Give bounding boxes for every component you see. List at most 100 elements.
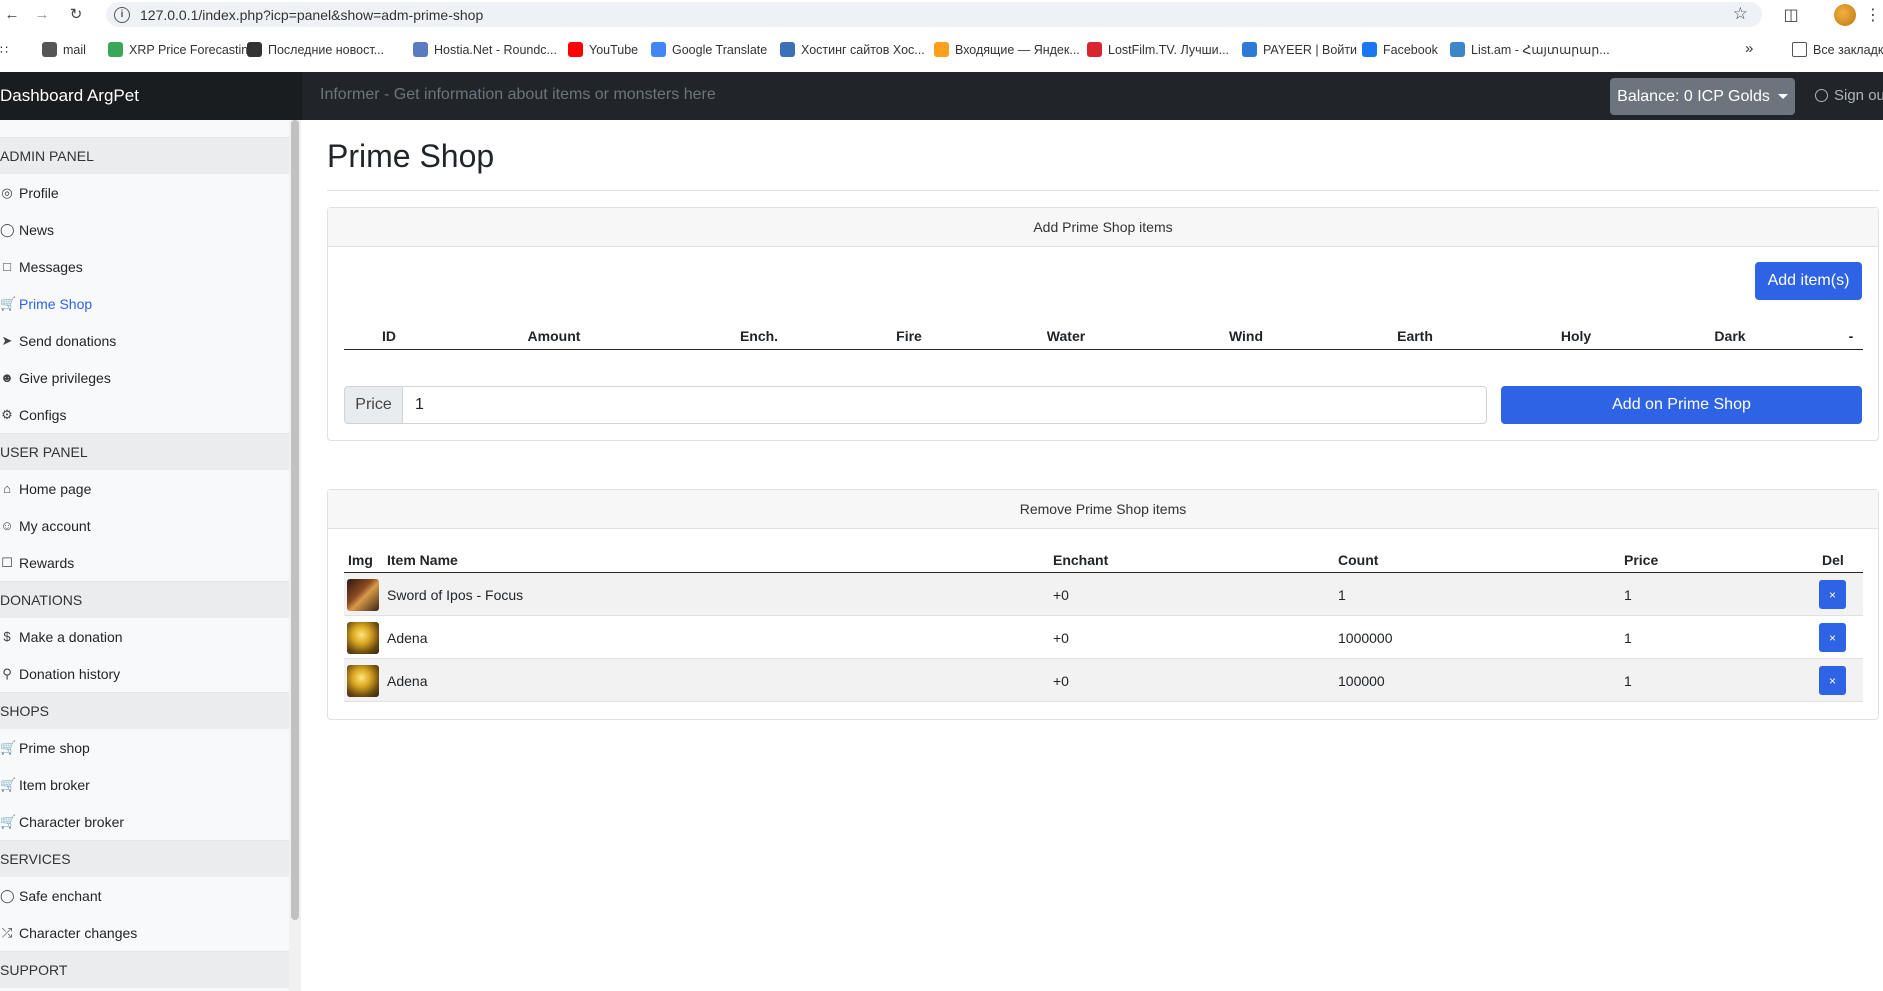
profile-avatar[interactable] <box>1834 4 1856 26</box>
bookmark-item[interactable]: mail <box>42 42 86 57</box>
sidebar-item-label: Make a donation <box>19 628 123 645</box>
sidebar-item-make-a-donation[interactable]: $ Make a donation <box>0 618 289 655</box>
col-dark: Dark <box>1714 328 1746 344</box>
col-wind: Wind <box>1228 328 1264 344</box>
add-on-prime-shop-button[interactable]: Add on Prime Shop <box>1501 386 1862 424</box>
sidebar-scrollbar-thumb[interactable] <box>291 120 299 920</box>
sidebar-item-configs[interactable]: ⚙ Configs <box>0 396 289 433</box>
bookmark-item[interactable]: Входящие — Яндек... <box>934 42 1080 57</box>
sidebar-item-profile[interactable]: ◎ Profile <box>0 174 289 211</box>
remove-prime-shop-card: Remove Prime Shop items Img Item Name En… <box>327 489 1879 720</box>
back-arrow-icon[interactable]: ← <box>0 2 24 26</box>
sidebar-item-send-donations[interactable]: ➤ Send donations <box>0 322 289 359</box>
sidebar-item-donation-history[interactable]: ⚲ Donation history <box>0 655 289 692</box>
col-ench: Ench. <box>739 328 779 344</box>
sidebar: ADMIN PANEL ◎ Profile ◯ News □ Messages 🛒 Prime … <box>0 120 289 991</box>
col-earth: Earth <box>1397 328 1433 344</box>
bookmark-item[interactable]: Хостинг сайтов Хос... <box>780 42 925 57</box>
table-row: Adena +0 100000 1 × <box>344 659 1863 702</box>
col-del: Del <box>1822 552 1844 568</box>
delete-item-button[interactable]: × <box>1819 580 1846 609</box>
informer-search-input[interactable]: Informer - Get information about items o… <box>320 86 716 104</box>
reload-icon[interactable]: ↻ <box>64 2 88 26</box>
sidebar-section-heading: DONATIONS <box>0 581 289 618</box>
sidebar-item-character-changes[interactable]: ⤮ Character changes <box>0 914 289 951</box>
bookmark-item[interactable]: Facebook <box>1362 42 1438 57</box>
dollar-icon: $ <box>3 629 11 644</box>
home-icon: ⌂ <box>3 481 11 496</box>
bookmarks-bar: ∷ mail XRP Price Forecastin... Последние н… <box>0 36 1883 66</box>
bookmark-label: Google Translate <box>672 42 768 57</box>
all-bookmarks-folder[interactable]: Все закладки <box>1792 42 1883 57</box>
sidebar-item-messages[interactable]: □ Messages <box>0 248 289 285</box>
bookmark-item[interactable]: List.am - Հայտարար... <box>1450 42 1610 57</box>
col-enchant: Enchant <box>1053 552 1109 568</box>
cart-icon: 🛒 <box>0 776 17 792</box>
extensions-icon[interactable]: ◫ <box>1780 4 1802 26</box>
col-img: Img <box>348 552 373 568</box>
bookmark-item[interactable]: Hostia.Net - Roundc... <box>413 42 557 57</box>
bookmark-item[interactable]: Google Translate <box>651 42 767 57</box>
remove-card-header: Remove Prime Shop items <box>328 490 1878 529</box>
bookmark-star-icon[interactable]: ☆ <box>1733 4 1748 24</box>
sword-item-icon <box>347 579 379 611</box>
sidebar-item-label: Profile <box>19 184 59 201</box>
cart-icon: 🛒 <box>0 295 17 311</box>
signout-link[interactable]: Sign out <box>1815 87 1883 104</box>
bookmark-item[interactable]: PAYEER | Войти <box>1242 42 1357 57</box>
bookmark-favicon-icon <box>1087 42 1102 57</box>
more-bookmarks-icon[interactable]: » <box>1745 40 1753 57</box>
bookmark-favicon-icon <box>780 42 795 57</box>
brand-link[interactable]: Dashboard ArgPet <box>0 72 302 120</box>
bookmark-item[interactable]: XRP Price Forecastin... <box>108 42 259 57</box>
col-item-name: Item Name <box>387 552 458 568</box>
bookmark-label: YouTube <box>589 42 639 57</box>
bookmark-item[interactable]: YouTube <box>568 42 638 57</box>
bookmark-item[interactable]: LostFilm.TV. Лучши... <box>1087 42 1229 57</box>
forward-arrow-icon[interactable]: → <box>30 2 54 26</box>
app-navbar: Dashboard ArgPet Informer - Get informat… <box>0 72 1883 120</box>
sidebar-item-item-broker[interactable]: 🛒 Item broker <box>0 766 289 803</box>
sidebar-item-label: Donation history <box>19 665 121 682</box>
sidebar-item-label: Messages <box>19 258 83 275</box>
bookmark-label: PAYEER | Войти <box>1263 42 1358 57</box>
sidebar-item-character-broker[interactable]: 🛒 Character broker <box>0 803 289 840</box>
site-info-icon[interactable]: i <box>114 6 130 23</box>
cart-icon: 🛒 <box>0 739 17 755</box>
bookmark-item[interactable]: Последние новост... <box>247 42 384 57</box>
sidebar-item-rewards[interactable]: ☐ Rewards <box>0 544 289 581</box>
globe-icon: ◯ <box>0 221 15 237</box>
table-row: Sword of Ipos - Focus +0 1 1 × <box>344 573 1863 616</box>
add-prime-shop-card: Add Prime Shop items Add item(s) ID Amou… <box>327 207 1879 441</box>
user-icon: ☺ <box>0 518 14 533</box>
all-bookmarks-label: Все закладки <box>1813 42 1883 57</box>
sidebar-item-prime-shop[interactable]: 🛒 Prime shop <box>0 729 289 766</box>
gift-icon: ☐ <box>1 554 13 570</box>
sidebar-item-news[interactable]: ◯ News <box>0 211 289 248</box>
bookmark-label: Входящие — Яндек... <box>955 42 1080 57</box>
message-icon: □ <box>3 259 11 274</box>
bookmark-favicon-icon <box>1450 42 1465 57</box>
price-input[interactable]: 1 <box>403 386 1487 424</box>
table-row: Adena +0 1000000 1 × <box>344 616 1863 659</box>
sidebar-item-give-privileges[interactable]: ☻ Give privileges <box>0 359 289 396</box>
sidebar-item-home-page[interactable]: ⌂ Home page <box>0 470 289 507</box>
sidebar-section-heading: SHOPS <box>0 692 289 729</box>
sidebar-item-prime-shop[interactable]: 🛒 Prime Shop <box>0 285 289 322</box>
apps-grid-icon[interactable]: ∷ <box>0 42 8 57</box>
address-bar[interactable]: i 127.0.0.1/index.php?icp=panel&show=adm… <box>106 2 1762 27</box>
delete-item-button[interactable]: × <box>1819 666 1846 695</box>
adena-item-icon <box>347 665 379 697</box>
menu-dots-icon[interactable]: ⋮ <box>1865 4 1881 26</box>
cell-count: 1000000 <box>1338 630 1393 646</box>
col-count: Count <box>1338 552 1379 568</box>
delete-item-button[interactable]: × <box>1819 623 1846 652</box>
bookmark-label: mail <box>63 42 86 57</box>
remove-items-table: Img Item Name Enchant Count Price Del Sw… <box>344 545 1863 702</box>
add-items-button[interactable]: Add item(s) <box>1755 262 1862 300</box>
sidebar-item-my-account[interactable]: ☺ My account <box>0 507 289 544</box>
bookmark-favicon-icon <box>651 42 666 57</box>
sidebar-item-safe-enchant[interactable]: ◯ Safe enchant <box>0 877 289 914</box>
balance-dropdown-button[interactable]: Balance: 0 ICP Golds <box>1610 78 1795 115</box>
col-holy: Holy <box>1560 328 1592 344</box>
